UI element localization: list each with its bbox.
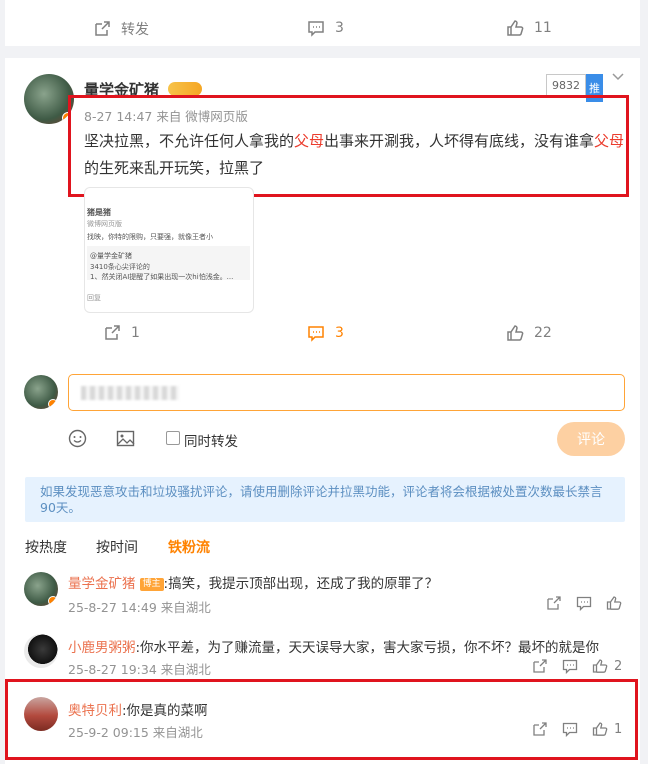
comment-submit-button[interactable]: 评论 (557, 422, 625, 456)
comment-icon (308, 326, 324, 342)
post-image-thumbnail[interactable]: 猪是猪 微博网页版 找映，你特的限购，只要强，就像王者小 @量学金矿猪 3410… (84, 187, 254, 313)
host-badge: 博主 (139, 577, 164, 591)
blurred-input-text (81, 386, 179, 400)
comment-actions: 2 (518, 658, 622, 674)
post-author-avatar[interactable] (24, 74, 74, 124)
comment-icon (308, 21, 324, 37)
image-icon[interactable] (116, 429, 135, 448)
post-like-action[interactable]: 22 (506, 324, 552, 342)
comment-meta: 25-8-27 14:49 来自湖北 (68, 600, 211, 615)
highlight-box-post (68, 95, 629, 197)
comment-author[interactable]: 小鹿男粥粥 (68, 640, 136, 656)
comment-avatar[interactable] (24, 572, 58, 606)
like-count: 11 (534, 20, 552, 36)
post-forward-count: 1 (131, 325, 140, 341)
thumbs-up-icon[interactable] (606, 595, 626, 611)
comment-meta: 25-8-27 19:34 来自湖北 (68, 662, 211, 677)
rank-number: 9832 (546, 74, 586, 96)
emoji-icon[interactable] (68, 429, 87, 448)
verified-badge-icon (48, 596, 58, 606)
repost-label: 同时转发 (184, 434, 238, 450)
comment-author[interactable]: 量学金矿猪 (68, 576, 136, 592)
like-action[interactable]: 11 (506, 19, 552, 37)
thumbs-up-icon[interactable]: 2 (592, 658, 622, 674)
my-avatar (24, 375, 58, 409)
fan-level-badge-icon (168, 82, 202, 96)
post-like-count: 22 (534, 325, 552, 341)
sort-by-time[interactable]: 按时间 (96, 537, 138, 557)
forward-action[interactable]: 转发 (93, 19, 149, 39)
comment-actions (532, 595, 626, 611)
sort-by-fans[interactable]: 铁粉流 (168, 537, 210, 557)
forward-label: 转发 (121, 22, 149, 38)
share-icon[interactable] (532, 658, 548, 674)
comment-text: :搞笑，我提示顶部出现，还成了我的原罪了？ (163, 576, 439, 592)
comment-count: 3 (335, 20, 344, 36)
repost-checkbox[interactable] (166, 431, 180, 445)
comment-action[interactable]: 3 (307, 19, 344, 37)
comment-row: 小鹿男粥粥:你水平差，为了赚流量，天天误导大家，害大家亏损，你不坏？最坏的就是你 (68, 636, 599, 656)
comment-row: 量学金矿猪 博主:搞笑，我提示顶部出现，还成了我的原罪了？ (68, 572, 438, 592)
comment-avatar[interactable] (24, 634, 58, 668)
comment-input[interactable] (68, 374, 625, 411)
post-forward-action[interactable]: 1 (103, 324, 140, 342)
forward-icon (95, 21, 110, 36)
reply-icon[interactable] (562, 658, 578, 674)
verified-badge-icon (48, 399, 58, 409)
notice-banner: 如果发现恶意攻击和垃圾骚扰评论，请使用删除评论并拉黑功能，评论者将会根据被处置次… (25, 477, 625, 522)
chevron-down-icon[interactable] (611, 72, 625, 82)
thumbs-up-icon (507, 325, 524, 341)
reply-icon[interactable] (576, 595, 592, 611)
thumbs-up-icon (507, 20, 524, 36)
forward-icon (105, 325, 120, 340)
highlight-box-comment (5, 679, 638, 760)
comment-text: :你水平差，为了赚流量，天天误导大家，害大家亏损，你不坏？最坏的就是你 (135, 640, 600, 656)
sort-by-hot[interactable]: 按热度 (25, 537, 67, 557)
post-comment-count: 3 (335, 325, 344, 341)
post-comment-action[interactable]: 3 (307, 324, 344, 342)
share-icon[interactable] (546, 595, 562, 611)
